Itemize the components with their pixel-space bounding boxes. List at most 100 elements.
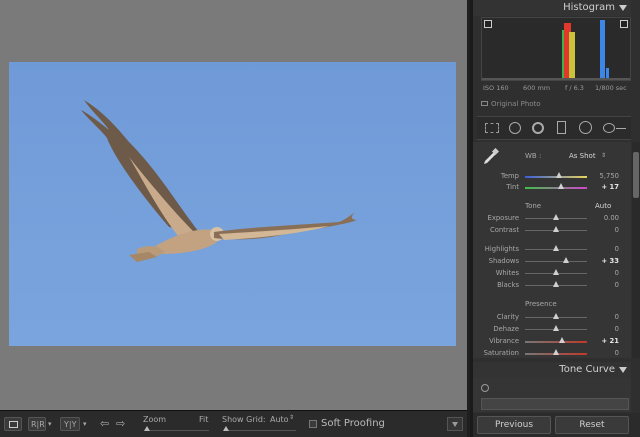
slider-row-contrast: Contrast 0 — [473, 225, 631, 236]
histogram-baseline — [482, 78, 630, 80]
slider-row-tint: Tint + 17 — [473, 182, 631, 193]
adjustment-brush-handle — [616, 128, 626, 129]
zoom-slider-thumb[interactable] — [144, 426, 150, 431]
wb-label: WB : — [525, 152, 542, 160]
slider-thumb-blacks[interactable] — [553, 281, 559, 287]
toolbar-menu-button[interactable] — [447, 417, 463, 431]
slider-thumb-highlights[interactable] — [553, 245, 559, 251]
yy-dropdown-icon[interactable]: ▾ — [83, 420, 87, 428]
slider-value-contrast[interactable]: 0 — [615, 226, 619, 234]
collapse-triangle-icon[interactable] — [619, 367, 627, 373]
tool-strip — [477, 116, 631, 140]
histogram-header[interactable]: Histogram — [473, 0, 631, 16]
slider-row-dehaze: Dehaze 0 — [473, 324, 631, 335]
wb-stepper-icon[interactable]: ⇕ — [601, 152, 606, 159]
soft-proofing-checkbox[interactable] — [309, 420, 317, 428]
swap-left-icon[interactable]: ⇦ — [100, 417, 109, 430]
collapse-triangle-icon[interactable] — [619, 5, 627, 11]
slider-value-vibrance[interactable]: + 21 — [601, 337, 619, 345]
slider-label-whites: Whites — [495, 269, 519, 277]
before-after-yy-button[interactable]: Y|Y — [60, 417, 80, 431]
slider-value-blacks[interactable]: 0 — [615, 281, 619, 289]
previous-button[interactable]: Previous — [477, 416, 551, 434]
crop-tool-icon[interactable] — [485, 123, 499, 133]
slider-track-vibrance[interactable] — [525, 341, 587, 343]
tone-auto-button[interactable]: Auto — [595, 202, 611, 210]
loupe-icon — [9, 421, 18, 428]
slider-track-shadows[interactable] — [525, 261, 587, 262]
graduated-filter-icon[interactable] — [557, 121, 566, 134]
slider-label-vibrance: Vibrance — [489, 337, 519, 345]
zoom-fit-label: Fit — [199, 415, 209, 424]
slider-thumb-temp[interactable] — [556, 172, 563, 178]
grid-slider-thumb[interactable] — [223, 426, 229, 431]
slider-thumb-contrast[interactable] — [553, 226, 559, 232]
slider-row-temp: Temp 5,750 — [473, 171, 631, 182]
loupe-view-button[interactable] — [4, 417, 22, 431]
before-after-rr-button[interactable]: R|R — [28, 417, 46, 431]
rr-dropdown-icon[interactable]: ▾ — [48, 420, 52, 428]
slider-value-temp[interactable]: 5,750 — [600, 172, 619, 180]
photo-image[interactable] — [9, 62, 456, 346]
slider-thumb-clarity[interactable] — [553, 313, 559, 319]
adjustment-brush-icon[interactable] — [603, 123, 615, 133]
swap-right-icon[interactable]: ⇨ — [116, 417, 125, 430]
slider-row-whites: Whites 0 — [473, 268, 631, 279]
slider-thumb-shadows[interactable] — [562, 257, 569, 263]
original-photo-toggle[interactable]: Original Photo — [481, 100, 541, 108]
slider-row-highlights: Highlights 0 — [473, 244, 631, 255]
slider-value-highlights[interactable]: 0 — [615, 245, 619, 253]
shadow-clipping-indicator[interactable] — [484, 20, 492, 28]
slider-row-exposure: Exposure 0.00 — [473, 213, 631, 224]
tone-label: Tone — [525, 202, 542, 210]
slider-value-exposure[interactable]: 0.00 — [604, 214, 619, 222]
slider-value-saturation[interactable]: 0 — [615, 349, 619, 357]
radial-filter-icon[interactable] — [579, 121, 592, 134]
spot-removal-icon[interactable] — [509, 122, 521, 134]
slider-value-dehaze[interactable]: 0 — [615, 325, 619, 333]
slider-row-blacks: Blacks 0 — [473, 280, 631, 291]
slider-label-temp: Temp — [500, 172, 519, 180]
tone-curve-title: Tone Curve — [559, 364, 615, 375]
zoom-slider[interactable] — [145, 430, 209, 431]
histogram-graph[interactable] — [481, 17, 631, 81]
target-adjust-icon[interactable] — [481, 384, 489, 392]
grid-slider[interactable] — [224, 430, 296, 431]
focal-length-info: 600 mm — [523, 84, 551, 92]
slider-thumb-exposure[interactable] — [553, 214, 559, 220]
bird-photo-drawing — [81, 100, 357, 262]
red-eye-icon[interactable] — [532, 122, 544, 134]
wb-select[interactable]: As Shot — [569, 152, 596, 160]
reset-button[interactable]: Reset — [555, 416, 629, 434]
slider-label-blacks: Blacks — [497, 281, 519, 289]
soft-proofing-label: Soft Proofing — [321, 418, 385, 429]
original-photo-checkbox[interactable] — [481, 101, 488, 106]
grid-stepper-icon[interactable]: ⇕ — [289, 414, 294, 421]
slider-value-shadows[interactable]: + 33 — [601, 257, 619, 265]
slider-thumb-vibrance[interactable] — [559, 337, 566, 343]
slider-thumb-tint[interactable] — [557, 183, 564, 189]
basic-panel: WB : As Shot ⇕ Tone Auto Presence Temp 5,… — [473, 142, 631, 358]
eyedropper-icon[interactable] — [481, 148, 499, 166]
slider-thumb-whites[interactable] — [553, 269, 559, 275]
slider-row-vibrance: Vibrance + 21 — [473, 336, 631, 347]
scrollbar-thumb[interactable] — [633, 152, 639, 198]
rr-label: R|R — [31, 420, 45, 429]
triangle-down-icon — [452, 422, 458, 427]
tone-curve-header[interactable]: Tone Curve — [473, 362, 631, 378]
show-grid-select[interactable]: Auto — [270, 415, 289, 424]
highlight-clipping-indicator[interactable] — [620, 20, 628, 28]
presence-label: Presence — [525, 300, 557, 308]
slider-thumb-dehaze[interactable] — [553, 325, 559, 331]
aperture-info: f / 6.3 — [565, 84, 584, 92]
tone-curve-graph[interactable] — [481, 398, 629, 410]
slider-thumb-saturation[interactable] — [553, 349, 559, 355]
slider-value-tint[interactable]: + 17 — [601, 183, 619, 191]
slider-row-clarity: Clarity 0 — [473, 312, 631, 323]
slider-track-tint[interactable] — [525, 187, 587, 189]
slider-value-clarity[interactable]: 0 — [615, 313, 619, 321]
original-photo-label: Original Photo — [491, 100, 541, 108]
slider-value-whites[interactable]: 0 — [615, 269, 619, 277]
histogram-title: Histogram — [563, 2, 615, 13]
panel-scrollbar[interactable] — [632, 142, 640, 358]
